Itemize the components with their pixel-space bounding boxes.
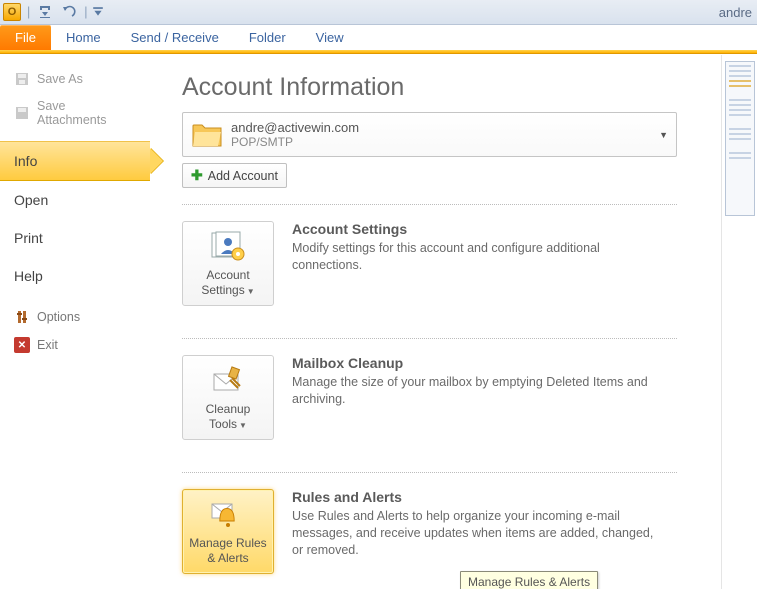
- manage-rules-button-line2: & Alerts: [207, 551, 248, 565]
- exit-icon: ✕: [14, 337, 30, 353]
- cleanup-tools-icon: [208, 364, 248, 398]
- account-settings-dropdown-icon: ▼: [247, 287, 255, 297]
- nav-exit-label: Exit: [37, 338, 58, 352]
- account-settings-icon: [208, 230, 248, 264]
- backstage-left-nav: Save As Save Attachments Info Open Print…: [0, 55, 150, 589]
- nav-save-as: Save As: [0, 65, 150, 93]
- tab-view[interactable]: View: [301, 25, 359, 50]
- account-dropdown-icon[interactable]: ▼: [659, 130, 668, 140]
- preview-thumbnail: [725, 61, 755, 216]
- rules-alerts-title: Rules and Alerts: [292, 489, 662, 505]
- manage-rules-alerts-icon: [208, 498, 248, 532]
- account-settings-button-line2: Settings: [201, 283, 244, 297]
- nav-options-label: Options: [37, 310, 80, 324]
- nav-open-label: Open: [14, 192, 48, 208]
- cleanup-tools-dropdown-icon: ▼: [239, 421, 247, 431]
- qat-customize-dropdown[interactable]: [92, 1, 104, 23]
- tab-home[interactable]: Home: [51, 25, 116, 50]
- account-settings-button[interactable]: Account Settings▼: [182, 221, 274, 306]
- section-mailbox-cleanup-body: Mailbox Cleanup Manage the size of your …: [292, 355, 662, 440]
- nav-print-label: Print: [14, 230, 43, 246]
- account-settings-desc: Modify settings for this account and con…: [292, 240, 662, 274]
- tab-send-receive[interactable]: Send / Receive: [116, 25, 234, 50]
- print-preview-strip: [721, 55, 757, 589]
- account-folder-icon: [191, 122, 223, 148]
- divider: |: [84, 5, 87, 19]
- rules-alerts-desc: Use Rules and Alerts to help organize yo…: [292, 508, 662, 559]
- window-title: andre: [719, 5, 754, 20]
- nav-print[interactable]: Print: [0, 219, 150, 257]
- cleanup-tools-button[interactable]: Cleanup Tools▼: [182, 355, 274, 440]
- nav-open[interactable]: Open: [0, 181, 150, 219]
- nav-help[interactable]: Help: [0, 257, 150, 295]
- nav-help-label: Help: [14, 268, 43, 284]
- nav-exit[interactable]: ✕ Exit: [0, 331, 150, 359]
- tab-folder[interactable]: Folder: [234, 25, 301, 50]
- cleanup-tools-button-line1: Cleanup: [206, 402, 251, 416]
- nav-save-as-label: Save As: [37, 72, 83, 86]
- nav-info-label: Info: [14, 153, 37, 169]
- section-account-settings: Account Settings▼ Account Settings Modif…: [182, 204, 677, 322]
- ribbon-tabs: File Home Send / Receive Folder View: [0, 25, 757, 51]
- section-rules-alerts-body: Rules and Alerts Use Rules and Alerts to…: [292, 489, 662, 574]
- mailbox-cleanup-desc: Manage the size of your mailbox by empty…: [292, 374, 662, 408]
- account-email: andre@activewin.com: [231, 120, 651, 136]
- qat-send-receive-icon[interactable]: [34, 1, 56, 23]
- divider: |: [27, 5, 30, 19]
- section-account-settings-body: Account Settings Modify settings for thi…: [292, 221, 662, 306]
- account-settings-title: Account Settings: [292, 221, 662, 237]
- section-rules-alerts: Manage Rules & Alerts Rules and Alerts U…: [182, 472, 677, 589]
- account-selector[interactable]: andre@activewin.com POP/SMTP ▼: [182, 112, 677, 157]
- manage-rules-button-line1: Manage Rules: [189, 536, 266, 550]
- backstage-main: Account Information andre@activewin.com …: [150, 55, 721, 589]
- nav-save-attachments-label: Save Attachments: [37, 99, 136, 127]
- page-title: Account Information: [182, 73, 701, 102]
- save-attachments-icon: [14, 105, 30, 121]
- outlook-app-icon: O: [3, 3, 21, 21]
- tooltip-manage-rules-alerts: Manage Rules & Alerts: [460, 571, 598, 589]
- backstage-body: Save As Save Attachments Info Open Print…: [0, 55, 757, 589]
- mailbox-cleanup-title: Mailbox Cleanup: [292, 355, 662, 371]
- save-icon: [14, 71, 30, 87]
- title-bar: O | | andre: [0, 0, 757, 25]
- add-account-button[interactable]: ✚ Add Account: [182, 163, 287, 188]
- account-protocol: POP/SMTP: [231, 135, 651, 149]
- options-icon: [14, 309, 30, 325]
- section-mailbox-cleanup: Cleanup Tools▼ Mailbox Cleanup Manage th…: [182, 338, 677, 456]
- add-account-label: Add Account: [208, 169, 278, 183]
- manage-rules-alerts-button[interactable]: Manage Rules & Alerts: [182, 489, 274, 574]
- account-text: andre@activewin.com POP/SMTP: [231, 120, 651, 150]
- nav-save-attachments: Save Attachments: [0, 93, 150, 133]
- cleanup-tools-button-line2: Tools: [209, 417, 237, 431]
- nav-info[interactable]: Info: [0, 141, 150, 181]
- qat-undo-icon[interactable]: [58, 1, 80, 23]
- nav-options[interactable]: Options: [0, 303, 150, 331]
- account-settings-button-line1: Account: [206, 268, 249, 282]
- tab-file[interactable]: File: [0, 25, 51, 50]
- plus-icon: ✚: [191, 167, 203, 184]
